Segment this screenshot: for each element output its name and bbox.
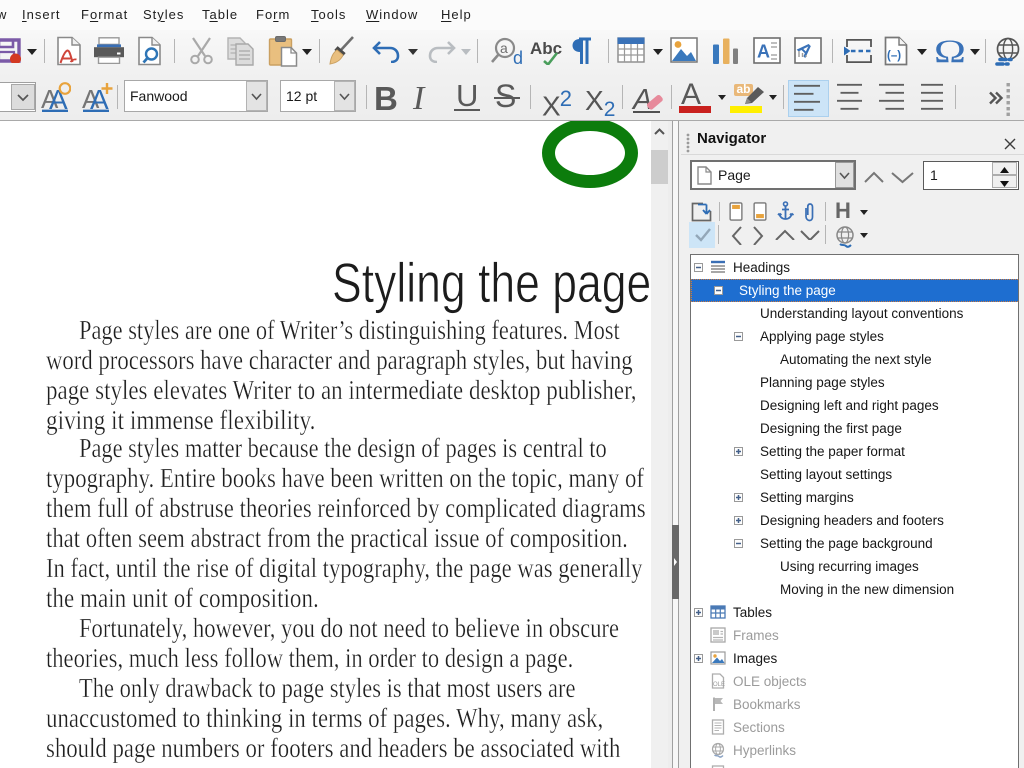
- svg-text:A: A: [49, 84, 68, 112]
- svg-text:(–): (–): [887, 50, 901, 62]
- svg-text:Ω: Ω: [934, 36, 964, 66]
- svg-text:OLE: OLE: [713, 682, 725, 688]
- svg-text:A: A: [757, 42, 770, 62]
- svg-text:d: d: [513, 48, 523, 67]
- svg-text:Abc: Abc: [530, 39, 562, 58]
- svg-text:a: a: [500, 40, 508, 56]
